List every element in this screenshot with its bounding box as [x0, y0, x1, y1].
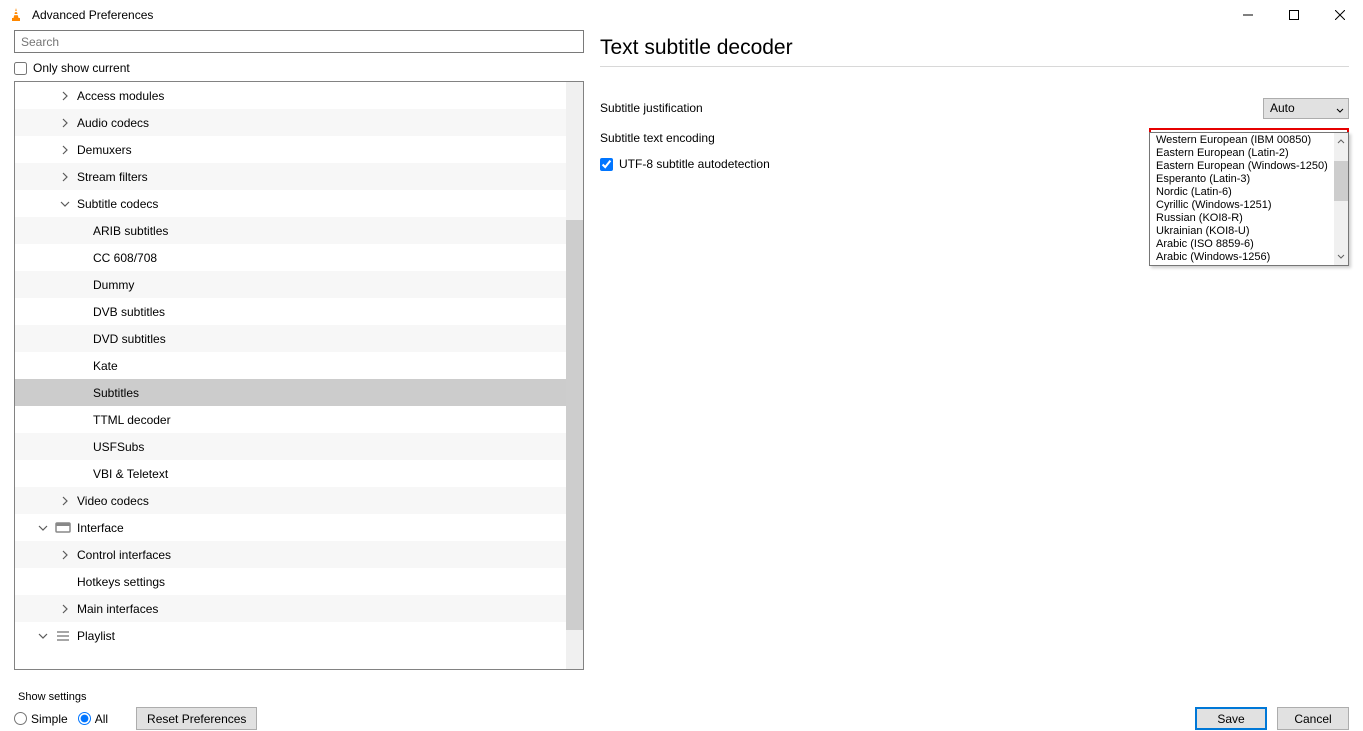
show-settings-group: Show settings Simple All Reset Preferenc…: [14, 691, 257, 730]
tree-scrollbar[interactable]: [566, 82, 583, 669]
chevron-down-icon: [59, 198, 71, 210]
dropdown-scrollbar[interactable]: [1334, 133, 1348, 265]
close-button[interactable]: [1317, 0, 1363, 30]
tree-item-label: Kate: [93, 359, 118, 373]
tree-item-kate[interactable]: Kate: [15, 352, 566, 379]
encoding-option[interactable]: Eastern European (Latin-2): [1150, 147, 1334, 160]
encoding-option[interactable]: Arabic (Windows-1256): [1150, 251, 1334, 264]
tree-item-audio-codecs[interactable]: Audio codecs: [15, 109, 566, 136]
chevron-right-icon: [59, 171, 71, 183]
tree-item-label: DVD subtitles: [93, 332, 166, 346]
scroll-down-icon[interactable]: [1334, 248, 1348, 265]
only-show-current-box[interactable]: [14, 62, 27, 75]
panel-heading: Text subtitle decoder: [600, 36, 1349, 60]
tree-item-label: Subtitles: [93, 386, 139, 400]
tree-item-demuxers[interactable]: Demuxers: [15, 136, 566, 163]
encoding-option[interactable]: Ukrainian (KOI8-U): [1150, 225, 1334, 238]
reset-preferences-button[interactable]: Reset Preferences: [136, 707, 257, 730]
cancel-button[interactable]: Cancel: [1277, 707, 1349, 730]
justification-combobox[interactable]: Auto: [1263, 98, 1349, 119]
tree-item-dvb-subtitles[interactable]: DVB subtitles: [15, 298, 566, 325]
encoding-option[interactable]: Cyrillic (Windows-1251): [1150, 199, 1334, 212]
minimize-button[interactable]: [1225, 0, 1271, 30]
tree-item-label: Interface: [77, 521, 124, 535]
encoding-option[interactable]: Arabic (ISO 8859-6): [1150, 238, 1334, 251]
tree-item-label: VBI & Teletext: [93, 467, 168, 481]
tree-item-control-interfaces[interactable]: Control interfaces: [15, 541, 566, 568]
tree-item-stream-filters[interactable]: Stream filters: [15, 163, 566, 190]
tree-item-label: Hotkeys settings: [77, 575, 165, 589]
tree-item-arib-subtitles[interactable]: ARIB subtitles: [15, 217, 566, 244]
chevron-right-icon: [59, 603, 71, 615]
tree-item-video-codecs[interactable]: Video codecs: [15, 487, 566, 514]
encoding-option[interactable]: Eastern European (Windows-1250): [1150, 160, 1334, 173]
encoding-option[interactable]: Esperanto (Latin-3): [1150, 173, 1334, 186]
chevron-right-icon: [59, 90, 71, 102]
tree-item-cc-608-708[interactable]: CC 608/708: [15, 244, 566, 271]
chevron-down-icon: [37, 522, 49, 534]
tree-item-main-interfaces[interactable]: Main interfaces: [15, 595, 566, 622]
tree-item-dummy[interactable]: Dummy: [15, 271, 566, 298]
chevron-right-icon: [59, 144, 71, 156]
tree-item-label: Stream filters: [77, 170, 148, 184]
chevron-down-icon: [37, 630, 49, 642]
justification-value: Auto: [1270, 101, 1295, 115]
tree-item-label: CC 608/708: [93, 251, 157, 265]
search-input[interactable]: [14, 30, 584, 53]
tree-item-subtitles[interactable]: Subtitles: [15, 379, 566, 406]
tree-item-vbi-teletext[interactable]: VBI & Teletext: [15, 460, 566, 487]
chevron-right-icon: [59, 549, 71, 561]
maximize-button[interactable]: [1271, 0, 1317, 30]
chevron-down-icon: [1336, 104, 1344, 112]
encoding-option[interactable]: Nordic (Latin-6): [1150, 186, 1334, 199]
category-tree: Access modules Audio codecs Demuxers Stream…: [14, 81, 584, 670]
only-show-current-label: Only show current: [33, 61, 130, 75]
tree-item-label: USFSubs: [93, 440, 144, 454]
tree-item-label: Audio codecs: [77, 116, 149, 130]
tree-item-label: Dummy: [93, 278, 134, 292]
tree-item-label: Main interfaces: [77, 602, 158, 616]
utf8-box[interactable]: [600, 158, 613, 171]
show-settings-label: Show settings: [14, 691, 257, 703]
tree-item-label: DVB subtitles: [93, 305, 165, 319]
window-title: Advanced Preferences: [32, 8, 153, 22]
tree-item-label: TTML decoder: [93, 413, 171, 427]
interface-icon: [55, 520, 71, 536]
heading-divider: [600, 66, 1349, 67]
tree-item-label: Playlist: [77, 629, 115, 643]
tree-item-dvd-subtitles[interactable]: DVD subtitles: [15, 325, 566, 352]
tree-item-interface[interactable]: Interface: [15, 514, 566, 541]
chevron-none-icon: [59, 576, 71, 588]
tree-item-playlist[interactable]: Playlist: [15, 622, 566, 649]
chevron-right-icon: [59, 117, 71, 129]
tree-item-label: Control interfaces: [77, 548, 171, 562]
chevron-right-icon: [59, 495, 71, 507]
tree-item-hotkeys-settings[interactable]: Hotkeys settings: [15, 568, 566, 595]
encoding-label: Subtitle text encoding: [600, 131, 1130, 145]
tree-item-label: ARIB subtitles: [93, 224, 168, 238]
tree-item-label: Subtitle codecs: [77, 197, 158, 211]
save-button[interactable]: Save: [1195, 707, 1267, 730]
tree-item-label: Access modules: [77, 89, 164, 103]
tree-item-access-modules[interactable]: Access modules: [15, 82, 566, 109]
vlc-cone-icon: [8, 7, 24, 23]
encoding-option[interactable]: Western European (IBM 00850): [1150, 134, 1334, 147]
encoding-option[interactable]: Russian (KOI8-R): [1150, 212, 1334, 225]
all-radio[interactable]: All: [78, 712, 108, 726]
simple-radio[interactable]: Simple: [14, 712, 68, 726]
titlebar: Advanced Preferences: [0, 0, 1363, 30]
dropdown-scroll-thumb[interactable]: [1334, 161, 1348, 201]
utf8-label: UTF-8 subtitle autodetection: [619, 157, 770, 171]
tree-item-label: Demuxers: [77, 143, 132, 157]
justification-label: Subtitle justification: [600, 101, 1130, 115]
tree-item-label: Video codecs: [77, 494, 149, 508]
tree-item-subtitle-codecs[interactable]: Subtitle codecs: [15, 190, 566, 217]
only-show-current-checkbox[interactable]: Only show current: [14, 61, 584, 75]
tree-item-ttml-decoder[interactable]: TTML decoder: [15, 406, 566, 433]
scroll-up-icon[interactable]: [1334, 133, 1348, 150]
tree-scroll-thumb[interactable]: [566, 220, 583, 630]
tree-item-usfsubs[interactable]: USFSubs: [15, 433, 566, 460]
playlist-icon: [55, 628, 71, 644]
encoding-dropdown-list[interactable]: Western European (IBM 00850)Eastern Euro…: [1149, 132, 1349, 266]
